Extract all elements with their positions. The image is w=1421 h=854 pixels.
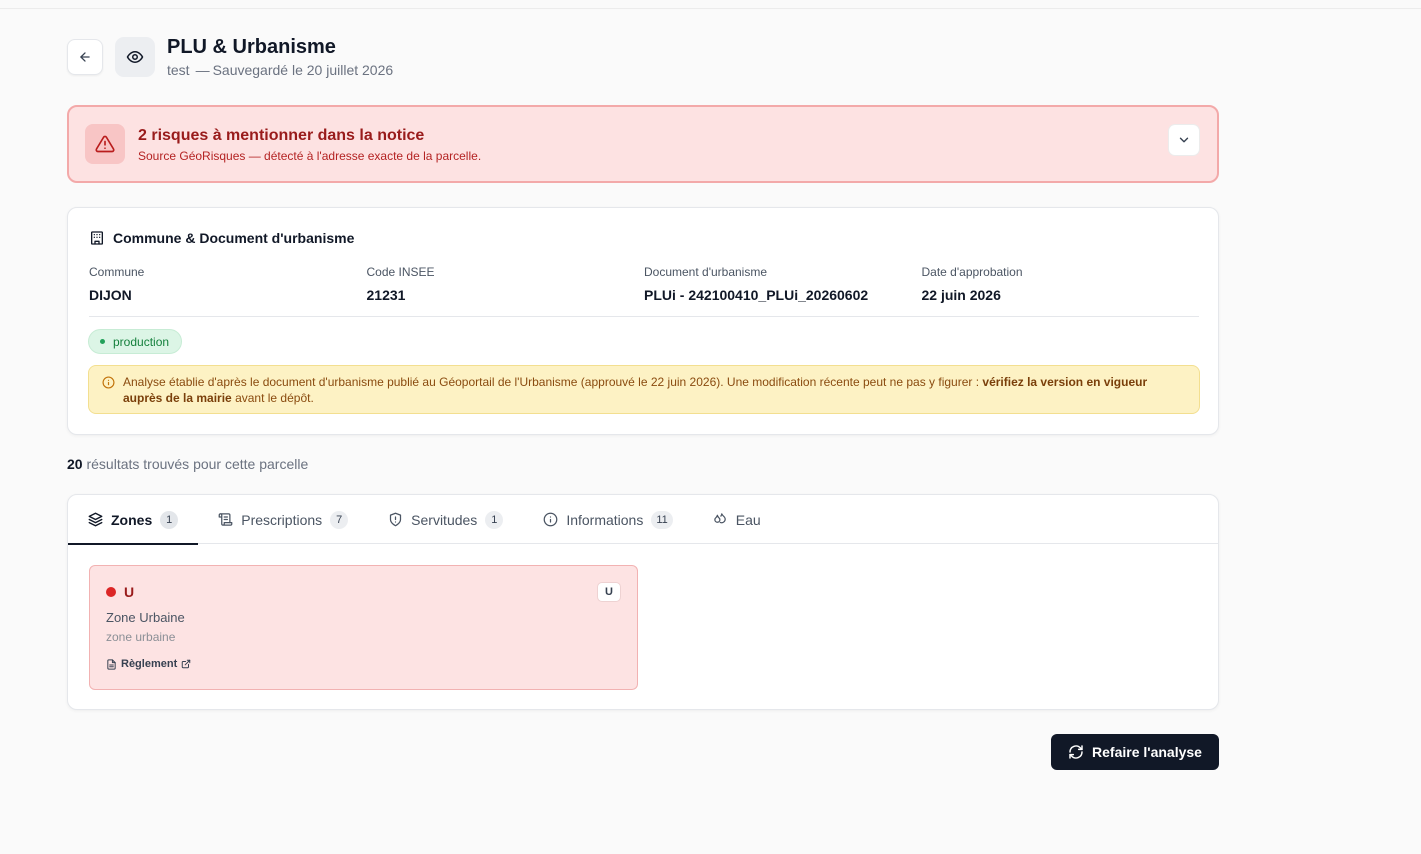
- field-commune: Commune DIJON: [89, 265, 367, 303]
- eye-icon-badge: [115, 37, 155, 77]
- tab-count: 11: [651, 510, 673, 529]
- alert-subtitle: Source GéoRisques — détecté à l'adresse …: [138, 148, 482, 163]
- field-code-insee: Code INSEE 21231: [367, 265, 645, 303]
- reglement-link-label: Règlement: [121, 658, 178, 670]
- tab-prescriptions[interactable]: Prescriptions 7: [198, 495, 368, 544]
- field-label: Commune: [89, 265, 145, 279]
- results-tabs: Zones 1 Prescriptions 7 Servitudes 1 Inf…: [68, 495, 1218, 545]
- chevron-down-icon: [1179, 137, 1189, 143]
- tab-eau[interactable]: Eau: [693, 495, 781, 544]
- tab-count: 1: [160, 510, 179, 529]
- field-value: 22 juin 2026: [921, 287, 1001, 303]
- droplets-icon: [714, 513, 726, 524]
- layers-icon: [88, 512, 103, 527]
- results-card: Zones 1 Prescriptions 7 Servitudes 1 Inf…: [67, 494, 1219, 710]
- status-badge: production: [88, 329, 183, 354]
- field-label: Date d'approbation: [921, 265, 1023, 279]
- page-header: PLU & Urbanisme test — Sauvegardé le 20 ju…: [67, 36, 1219, 78]
- alert-expand-button[interactable]: [1168, 124, 1200, 156]
- tab-label: Informations: [566, 511, 644, 528]
- alert-text: 2 risques à mentionner dans la notice So…: [138, 126, 481, 163]
- warning-triangle-icon: [95, 135, 115, 153]
- alert-icon-badge: [85, 124, 125, 164]
- top-border: [0, 0, 1421, 9]
- status-badge-label: production: [113, 334, 170, 349]
- tab-zones[interactable]: Zones 1: [68, 495, 199, 545]
- results-summary: 20 résultats trouvés pour cette parcelle: [67, 456, 308, 472]
- zone-name: Zone Urbaine: [106, 610, 185, 625]
- zone-code: U: [124, 584, 135, 600]
- risks-alert: 2 risques à mentionner dans la notice So…: [67, 105, 1219, 183]
- version-notice: Analyse établie d'après le document d'ur…: [88, 365, 1200, 414]
- file-text-icon: [107, 658, 116, 670]
- eye-icon: [126, 51, 144, 63]
- tab-servitudes[interactable]: Servitudes 1: [368, 495, 523, 544]
- results-count: 20: [67, 456, 83, 472]
- divider: [89, 316, 1199, 317]
- zone-color-dot: [106, 587, 116, 597]
- field-label: Document d'urbanisme: [644, 265, 768, 279]
- commune-card-header: Commune & Document d'urbanisme: [89, 230, 354, 246]
- info-circle-icon: [102, 376, 115, 389]
- field-document: Document d'urbanisme PLUi - 242100410_PL…: [644, 265, 922, 303]
- back-button[interactable]: [67, 39, 103, 75]
- alert-title: 2 risques à mentionner dans la notice: [138, 126, 425, 144]
- tab-label: Zones: [111, 511, 153, 528]
- field-date-approbation: Date d'approbation 22 juin 2026: [922, 265, 1200, 303]
- project-name: test: [167, 62, 190, 78]
- tab-count: 1: [485, 510, 504, 529]
- building-icon: [91, 231, 103, 245]
- page-title: PLU & Urbanisme: [167, 36, 336, 58]
- zone-type: zone urbaine: [106, 630, 176, 644]
- arrow-left-icon: [80, 52, 90, 62]
- refresh-icon: [1069, 745, 1083, 759]
- external-link-icon: [182, 659, 191, 669]
- zone-tag: U: [597, 582, 621, 602]
- field-value: 21231: [366, 287, 406, 303]
- tab-label: Eau: [735, 511, 761, 528]
- zone-card[interactable]: U U Zone Urbaine zone urbaine Règlement: [89, 565, 638, 690]
- scroll-icon: [218, 513, 233, 526]
- page-content: PLU & Urbanisme test — Sauvegardé le 20 ju…: [67, 36, 1219, 770]
- zone-header: U: [106, 584, 134, 600]
- saved-date: Sauvegardé le 20 juillet 2026: [212, 62, 394, 78]
- status-dot: [100, 339, 105, 344]
- subtitle-separator: —: [195, 62, 210, 78]
- reglement-link[interactable]: Règlement: [106, 658, 191, 670]
- commune-fields: Commune DIJON Code INSEE 21231 Document …: [89, 265, 1199, 303]
- tab-label: Prescriptions: [241, 511, 323, 528]
- results-label: résultats trouvés pour cette parcelle: [86, 456, 309, 472]
- shield-icon: [390, 512, 402, 527]
- redo-analysis-button[interactable]: Refaire l'analyse: [1051, 734, 1219, 770]
- header-titles: PLU & Urbanisme test — Sauvegardé le 20 ju…: [167, 36, 393, 78]
- commune-card-title: Commune & Document d'urbanisme: [113, 230, 355, 246]
- notice-text: Analyse établie d'après le document d'ur…: [123, 375, 983, 389]
- field-label: Code INSEE: [366, 265, 435, 279]
- page-subtitle: test — Sauvegardé le 20 juillet 2026: [167, 62, 393, 78]
- field-value: DIJON: [89, 287, 132, 303]
- info-icon: [543, 512, 558, 527]
- tab-informations[interactable]: Informations 11: [523, 495, 692, 544]
- tab-count: 7: [330, 510, 349, 529]
- commune-card: Commune & Document d'urbanisme Commune D…: [67, 207, 1219, 435]
- notice-text-end: avant le dépôt.: [231, 391, 314, 405]
- redo-analysis-label: Refaire l'analyse: [1092, 744, 1202, 760]
- field-value: PLUi - 242100410_PLUi_20260602: [644, 287, 869, 303]
- tab-label: Servitudes: [411, 511, 478, 528]
